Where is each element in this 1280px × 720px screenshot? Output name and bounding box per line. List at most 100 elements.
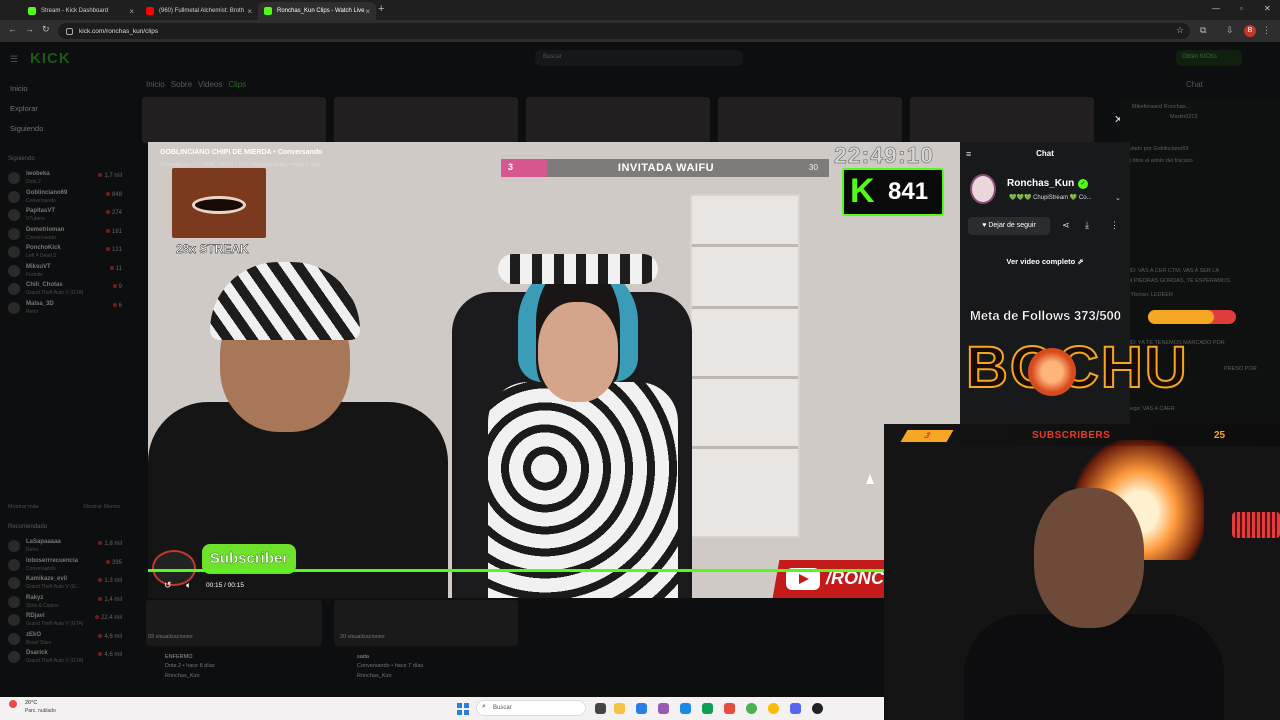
nav-siguiendo[interactable]: Siguiendo	[10, 124, 43, 133]
viewer-count-text: 6	[118, 302, 122, 309]
more-options-icon[interactable]: ⋮	[1110, 220, 1119, 231]
unfollow-button[interactable]: ♥ Dejar de seguir	[968, 217, 1050, 235]
sidebar-channel-following[interactable]: Chili_Chotas Grand Theft Auto V (GTA) 9	[8, 281, 122, 299]
channel-name[interactable]: Ronchas_Kun	[1007, 178, 1074, 189]
site-info-icon[interactable]	[66, 27, 73, 35]
replay-icon[interactable]: ↺	[164, 580, 172, 591]
weather-desc: Parc. nublado	[25, 708, 56, 714]
follow-goal-fill	[1148, 310, 1214, 324]
channel-avatar	[8, 227, 20, 240]
browser-menu-icon[interactable]: ⋮	[1262, 25, 1271, 36]
channel-avatar	[8, 172, 20, 184]
store-icon[interactable]	[636, 703, 647, 714]
tab-videos[interactable]: Videos	[198, 80, 222, 89]
close-tab-icon[interactable]: ×	[365, 7, 370, 16]
sidebar-channel-recommended[interactable]: loboserrrecuencia Conversando 395	[8, 557, 122, 575]
extensions-icon[interactable]: ⧉	[1200, 25, 1206, 36]
clip-thumbnail[interactable]	[334, 97, 518, 143]
channel-category: Conversando	[26, 565, 56, 572]
weather-icon[interactable]	[9, 700, 17, 708]
clip-thumbnail[interactable]	[718, 97, 902, 143]
tab-inicio[interactable]: Inicio	[146, 80, 165, 89]
viewer-count: 1,3 mil	[98, 578, 122, 584]
app-icon[interactable]	[658, 703, 669, 714]
sidebar-channel-recommended[interactable]: RDjavi Grand Theft Auto V (GTA) 22,4 mil	[8, 612, 122, 630]
tab-sobre[interactable]: Sobre	[171, 80, 192, 89]
sidebar-channel-recommended[interactable]: zEkO Brawl Stars 4,6 mil	[8, 631, 122, 649]
outlook-icon[interactable]	[680, 703, 691, 714]
show-more-link[interactable]: Mostrar más	[8, 504, 39, 510]
tab-clips[interactable]: Clips	[228, 80, 246, 89]
video-progress-bar[interactable]	[148, 569, 960, 572]
close-tab-icon[interactable]: ×	[247, 7, 252, 16]
hamburger-menu-icon[interactable]: ☰	[10, 54, 18, 65]
sidebar-channel-following[interactable]: MiksuVT Fortnite 11	[8, 263, 122, 281]
channel-category: Slots & Casino	[26, 602, 59, 609]
sidebar-channel-recommended[interactable]: Rakyz Slots & Casino 1,4 mil	[8, 594, 122, 612]
download-icon[interactable]: ⤓	[1085, 220, 1089, 231]
subscriber-overlay: Subscriber	[152, 544, 296, 586]
clip-card-title[interactable]: sada	[357, 654, 369, 660]
channel-name: Demetrioman	[26, 226, 65, 233]
maximize-icon[interactable]: ▫	[1240, 4, 1243, 13]
discord-icon[interactable]	[790, 703, 801, 714]
close-window-icon[interactable]: ✕	[1264, 4, 1271, 13]
viewer-count: 121	[105, 247, 122, 253]
kick-logo[interactable]: KICK	[30, 50, 71, 67]
volume-icon[interactable]: 🔈︎	[186, 580, 191, 591]
back-icon[interactable]: ←	[8, 24, 17, 34]
clip-card-title[interactable]: ENFERMO	[165, 654, 193, 660]
tab-youtube[interactable]: (960) Fullmetal Alchemist: Broth ×	[140, 2, 258, 20]
chevron-down-icon[interactable]: ⌄	[1115, 194, 1121, 202]
tab-label: Stream - Kick Dashboard	[41, 8, 109, 14]
sidebar-channel-following[interactable]: Malsa_3D Retro 6	[8, 300, 122, 318]
sidebar-channel-recommended[interactable]: Kamikaze_evil Grand Theft Auto V (G... 1,3…	[8, 575, 122, 593]
channel-avatar[interactable]	[970, 174, 996, 204]
kick-search-input[interactable]: Buscar	[535, 50, 743, 66]
clip-video-player[interactable]: GOBLINCIANO CHIPI DE MIERDA • Conversand…	[148, 142, 960, 598]
weather-temp[interactable]: 20°C	[25, 700, 37, 706]
tab-kick-dashboard[interactable]: Stream - Kick Dashboard ×	[22, 2, 140, 20]
viewer-count: 11	[109, 265, 122, 272]
nav-inicio[interactable]: Inicio	[10, 84, 28, 93]
clip-thumbnail[interactable]	[910, 97, 1094, 143]
close-tab-icon[interactable]: ×	[129, 7, 134, 16]
taskbar-search[interactable]: Buscar	[476, 700, 586, 716]
channel-avatar	[8, 651, 20, 663]
clip-thumbnail[interactable]	[142, 97, 326, 143]
sidebar-channel-following[interactable]: iwobeka Dota 2 1,7 mil	[8, 170, 122, 188]
new-tab-icon[interactable]: +	[378, 3, 384, 15]
nav-explorar[interactable]: Explorar	[10, 104, 38, 113]
obs-icon[interactable]	[812, 703, 823, 714]
tab-ronchas-clips[interactable]: Ronchas_Kun Clips - Watch Live ×	[258, 2, 376, 20]
channel-category: Fortnite	[26, 271, 43, 278]
sidebar-channel-following[interactable]: Demetrioman Conversando 181	[8, 226, 122, 244]
minimize-icon[interactable]: —	[1212, 4, 1220, 13]
get-kicks-button[interactable]: Obtén KICKs	[1176, 50, 1242, 66]
forward-icon[interactable]: →	[25, 24, 34, 34]
edge-icon[interactable]	[702, 703, 713, 714]
channel-name: Goblinciano69	[26, 189, 68, 196]
sidebar-channel-recommended[interactable]: LaSapaaaaa Retro 1,8 mil	[8, 538, 122, 556]
sidebar-channel-recommended[interactable]: Dsarick Grand Theft Auto V (GTA) 4,6 mil	[8, 649, 122, 667]
chrome-icon[interactable]	[746, 703, 757, 714]
watch-full-video-link[interactable]: Ver video completo ⇗	[960, 257, 1130, 266]
chat-message: furYbotan: LEDEER	[1124, 292, 1173, 298]
file-explorer-icon[interactable]	[614, 703, 625, 714]
share-icon[interactable]: ⋖	[1062, 220, 1070, 231]
sidebar-channel-following[interactable]: PonchoKick Left 4 Dead 2 121	[8, 244, 122, 262]
app-icon[interactable]	[724, 703, 735, 714]
address-bar[interactable]: kick.com/ronchas_kun/clips	[58, 23, 1190, 39]
sidebar-channel-following[interactable]: Goblinciano69 Conversando 848	[8, 189, 122, 207]
chrome-icon[interactable]	[768, 703, 779, 714]
task-view-icon[interactable]	[595, 703, 606, 714]
windows-start-icon[interactable]	[457, 703, 469, 715]
live-dot-icon	[112, 284, 117, 288]
bookmark-star-icon[interactable]: ☆	[1176, 25, 1184, 36]
profile-avatar[interactable]: B	[1244, 25, 1256, 37]
reload-icon[interactable]: ↻	[42, 24, 50, 35]
downloads-icon[interactable]: ⇩	[1226, 25, 1234, 36]
sidebar-channel-following[interactable]: PapitasVT VTubers 274	[8, 207, 122, 225]
show-less-link[interactable]: Mostrar Menos	[83, 504, 120, 510]
clip-thumbnail[interactable]	[526, 97, 710, 143]
